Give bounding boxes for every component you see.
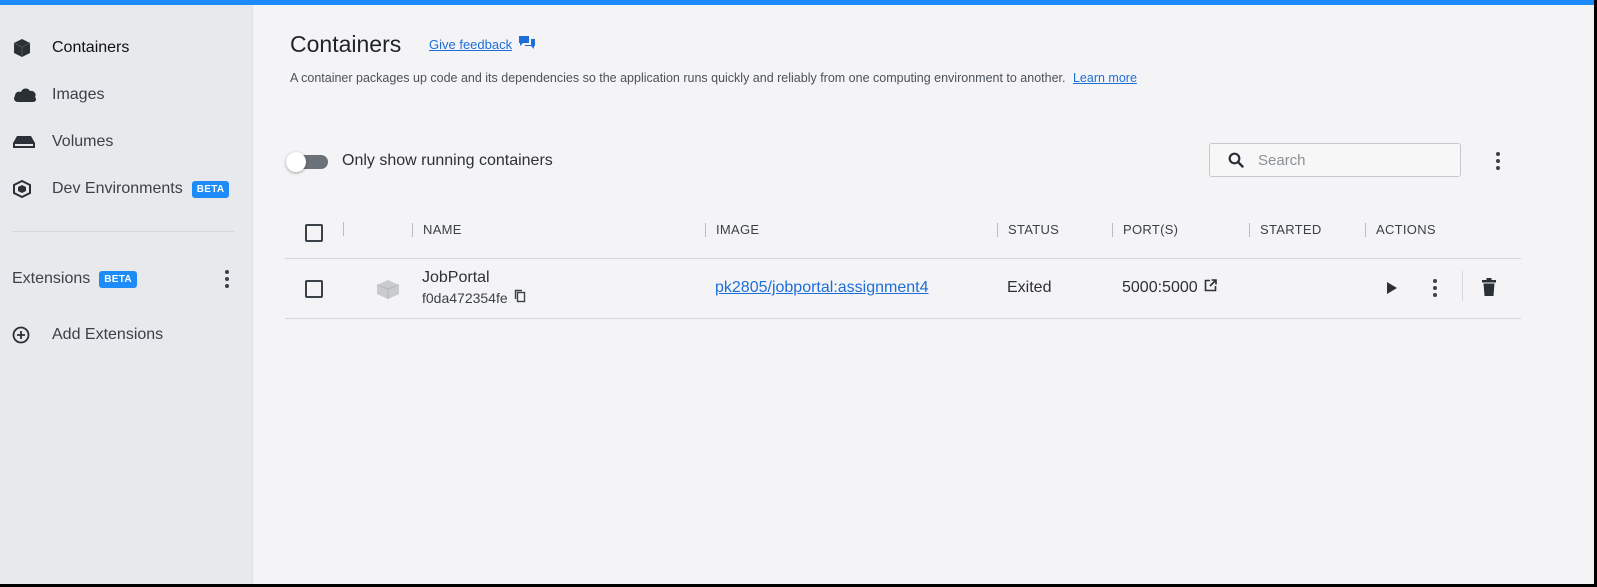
extensions-label: Extensions	[12, 270, 91, 287]
delete-button[interactable]	[1482, 278, 1496, 301]
trash-icon	[1482, 278, 1496, 300]
sidebar-item-dev-environments[interactable]: Dev Environments BETA	[12, 174, 230, 204]
search-box[interactable]	[1209, 143, 1461, 177]
container-icon	[12, 38, 38, 58]
sidebar-item-containers[interactable]: Containers	[12, 33, 129, 63]
toggle-switch[interactable]	[286, 152, 328, 172]
page-description: A container packages up code and its dep…	[290, 71, 1137, 85]
add-extensions-button[interactable]: Add Extensions	[12, 320, 163, 350]
extensions-more-icon[interactable]	[220, 267, 234, 291]
add-extensions-label: Add Extensions	[52, 326, 164, 343]
beta-badge: BETA	[99, 270, 137, 288]
learn-more-link[interactable]: Learn more	[1073, 71, 1137, 85]
search-input[interactable]	[1256, 150, 1440, 170]
row-more-options-icon[interactable]	[1428, 276, 1442, 300]
cube-stack-icon	[12, 179, 38, 199]
container-ports[interactable]: 5000:5000	[1122, 279, 1217, 297]
main-content: Containers Give feedback A container pac…	[252, 5, 1594, 584]
start-button[interactable]	[1386, 281, 1398, 300]
copy-icon[interactable]	[514, 289, 526, 306]
sidebar: Containers Images Volumes Dev Environmen…	[0, 5, 253, 584]
image-link-text[interactable]: pk2805/jobportal:assignment4	[715, 279, 928, 296]
containers-table: NAME IMAGE STATUS PORT(S) STARTED ACTION…	[285, 210, 1521, 319]
column-header-actions: ACTIONS	[1365, 222, 1436, 237]
container-name-cell: JobPortal f0da472354fe	[422, 269, 526, 306]
actions-divider	[1462, 271, 1463, 301]
container-image-link[interactable]: pk2805/jobportal:assignment4	[715, 279, 928, 297]
sidebar-item-label: Dev Environments	[52, 180, 183, 197]
give-feedback-link[interactable]: Give feedback	[429, 35, 536, 54]
column-separator	[343, 222, 354, 236]
container-id-text: f0da472354fe	[422, 289, 508, 306]
container-name[interactable]: JobPortal	[422, 269, 526, 287]
more-options-icon[interactable]	[1491, 149, 1505, 173]
select-all-checkbox[interactable]	[305, 224, 323, 242]
table-row[interactable]: JobPortal f0da472354fe pk2805/jobportal:…	[285, 259, 1521, 319]
app-window: Containers Images Volumes Dev Environmen…	[0, 0, 1594, 584]
toggle-label: Only show running containers	[342, 152, 553, 169]
page-title: Containers	[290, 31, 402, 57]
play-icon	[1386, 282, 1398, 299]
row-checkbox[interactable]	[305, 280, 323, 298]
ports-text: 5000:5000	[1122, 279, 1198, 296]
running-filter-toggle[interactable]: Only show running containers	[286, 152, 553, 172]
column-header-status[interactable]: STATUS	[997, 222, 1059, 237]
sidebar-item-label: Volumes	[52, 133, 114, 150]
give-feedback-label: Give feedback	[429, 37, 513, 52]
beta-badge: BETA	[191, 180, 230, 198]
container-id: f0da472354fe	[422, 289, 526, 306]
column-header-image[interactable]: IMAGE	[705, 222, 759, 237]
volume-drive-icon	[12, 132, 38, 152]
sidebar-item-label: Images	[52, 86, 105, 103]
plus-circle-icon	[12, 325, 38, 345]
toggle-knob	[286, 152, 306, 172]
description-text: A container packages up code and its dep…	[290, 71, 1066, 85]
sidebar-item-images[interactable]: Images	[12, 80, 104, 110]
search-icon	[1228, 152, 1244, 168]
sidebar-item-volumes[interactable]: Volumes	[12, 127, 113, 157]
column-header-started[interactable]: STARTED	[1249, 222, 1322, 237]
container-status-icon	[374, 278, 402, 305]
feedback-chat-icon	[518, 35, 536, 54]
sidebar-extensions-header: Extensions BETA	[12, 264, 234, 294]
external-link-icon[interactable]	[1204, 279, 1217, 297]
sidebar-item-label: Containers	[52, 39, 130, 56]
table-header: NAME IMAGE STATUS PORT(S) STARTED ACTION…	[285, 210, 1521, 259]
column-header-name[interactable]: NAME	[412, 222, 462, 237]
sidebar-divider	[12, 231, 234, 232]
container-status: Exited	[1007, 279, 1052, 296]
column-header-ports[interactable]: PORT(S)	[1112, 222, 1178, 237]
cloud-icon	[12, 85, 38, 105]
